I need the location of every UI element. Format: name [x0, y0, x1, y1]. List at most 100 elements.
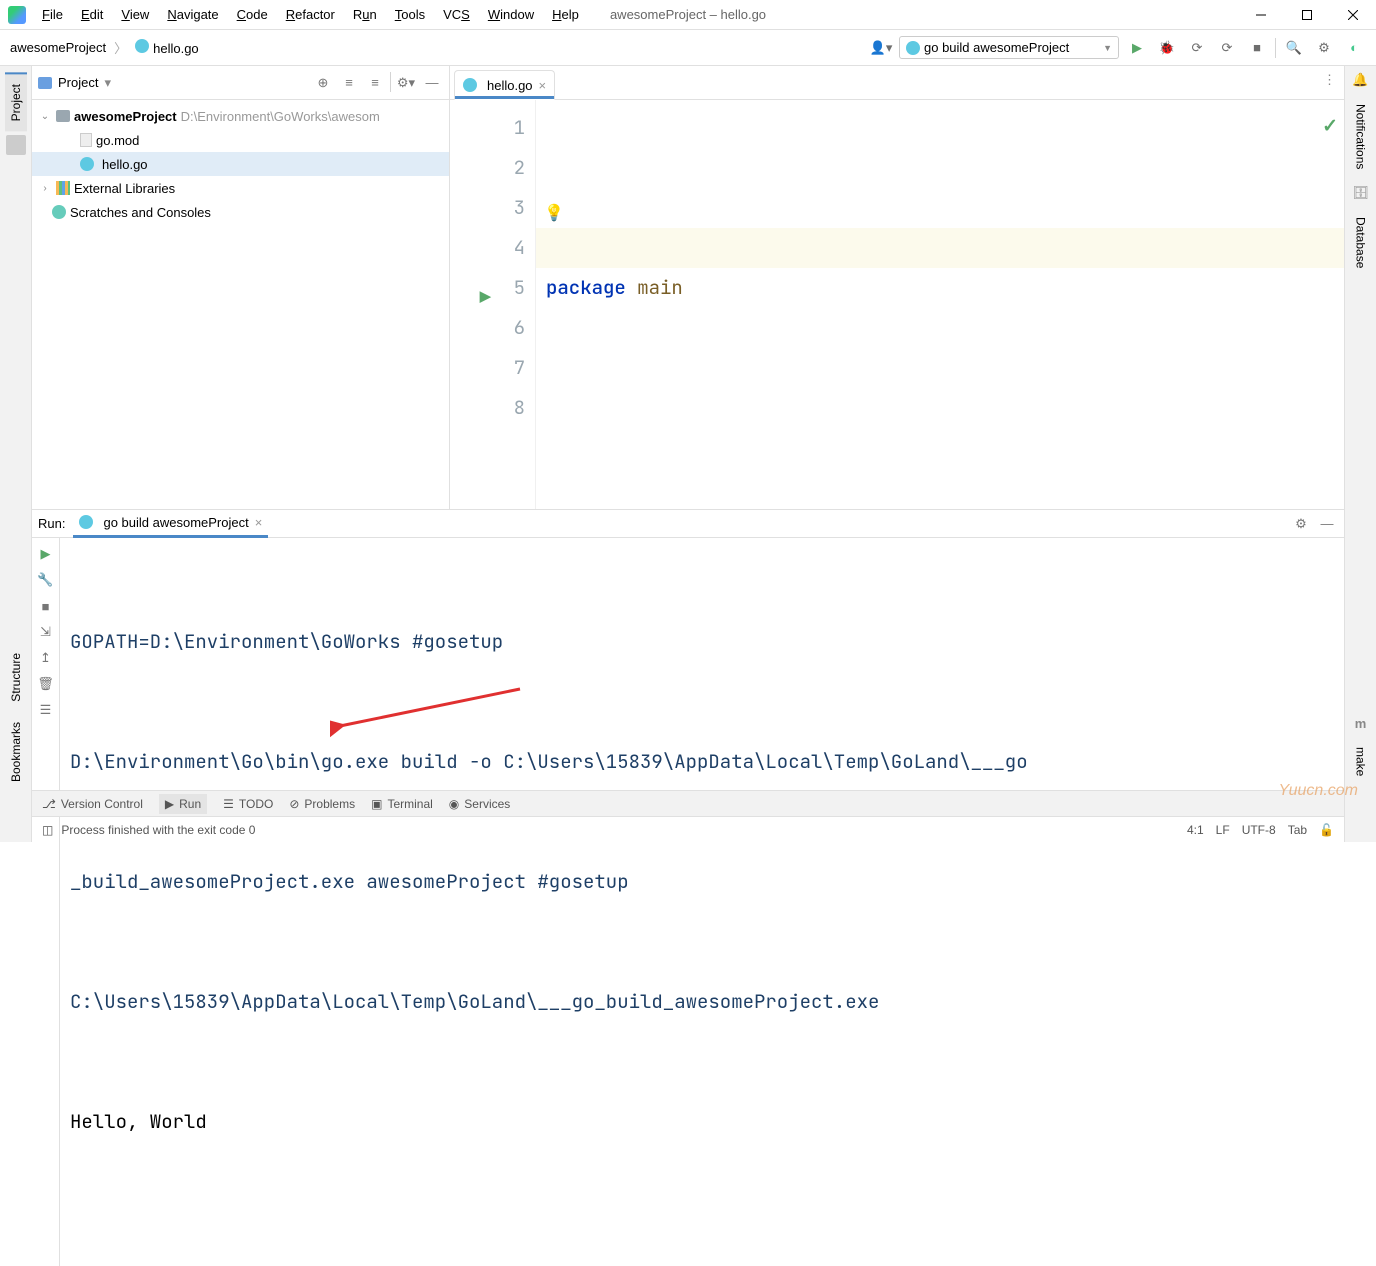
editor-tab-hello[interactable]: hello.go × — [454, 70, 555, 100]
notification-bell-icon[interactable]: 🔔 — [1352, 72, 1368, 88]
settings-icon[interactable]: ⚙ — [1312, 36, 1336, 60]
project-pane-title[interactable]: Project — [58, 75, 98, 90]
debug-button[interactable]: 🐞 — [1155, 36, 1179, 60]
tool-tab-make[interactable]: make — [1350, 737, 1372, 786]
tool-tab-database[interactable]: Database — [1350, 207, 1372, 278]
run-config-dropdown[interactable]: go build awesomeProject — [899, 36, 1119, 59]
run-button[interactable]: ▶ — [1125, 36, 1149, 60]
menu-window[interactable]: Window — [480, 3, 542, 26]
line-number: 2 — [450, 148, 525, 188]
menu-view[interactable]: View — [113, 3, 157, 26]
user-icon[interactable]: 👤▾ — [869, 36, 893, 60]
line-number: 6 — [450, 308, 525, 348]
swirl-icon[interactable]: ◐ — [1342, 36, 1366, 60]
menu-help[interactable]: Help — [544, 3, 587, 26]
editor-tabs: hello.go × ⋮ — [450, 66, 1344, 100]
run-tool-window: Run: go build awesomeProject × ⚙ — ▶ 🔧 ■… — [32, 510, 1344, 790]
exit-icon[interactable]: ⇲ — [36, 622, 56, 642]
menu-refactor[interactable]: Refactor — [278, 3, 343, 26]
editor-gutter: 1 2 3 4 ▶5 6 7 8 — [450, 100, 536, 509]
run-output[interactable]: GOPATH=D:\Environment\GoWorks #gosetup D… — [60, 538, 1344, 1266]
close-icon[interactable]: × — [539, 78, 547, 93]
tree-file-hello[interactable]: hello.go — [32, 152, 449, 176]
library-icon — [56, 181, 70, 195]
trash-icon[interactable]: 🗑 — [36, 674, 56, 694]
tree-root[interactable]: ⌄ awesomeProject D:\Environment\GoWorks\… — [32, 104, 449, 128]
tool-tab-structure[interactable]: Structure — [5, 643, 27, 712]
menu-code[interactable]: Code — [229, 3, 276, 26]
run-panel-title: Run: — [38, 516, 65, 531]
right-tool-rail: 🔔 Notifications 🗄 Database m make — [1344, 66, 1376, 842]
title-bar: File Edit View Navigate Code Refactor Ru… — [0, 0, 1376, 30]
run-panel-header: Run: go build awesomeProject × ⚙ — — [32, 510, 1344, 538]
intention-bulb-icon[interactable]: 💡 — [544, 193, 564, 233]
breadcrumb: awesomeProject 〉 hello.go — [10, 38, 199, 57]
expand-icon[interactable]: ≡ — [338, 72, 360, 94]
minimize-pane-icon[interactable]: — — [1316, 513, 1338, 535]
more-icon[interactable]: ⋮ — [1323, 72, 1336, 88]
profile-button[interactable]: ⟳ — [1215, 36, 1239, 60]
wrench-icon[interactable]: 🔧 — [36, 570, 56, 590]
code-area[interactable]: 💡 package main import "fmt" func main() … — [536, 100, 1344, 509]
breadcrumb-file[interactable]: hello.go — [135, 39, 199, 56]
main-toolbar: awesomeProject 〉 hello.go 👤▾ go build aw… — [0, 30, 1376, 66]
gear-icon[interactable]: ⚙ — [1290, 513, 1312, 535]
project-tree: ⌄ awesomeProject D:\Environment\GoWorks\… — [32, 100, 449, 509]
rerun-icon[interactable]: ▶ — [36, 544, 56, 564]
project-pane-header: Project ▾ ⊕ ≡ ≡ ⚙▾ — — [32, 66, 449, 100]
coverage-button[interactable]: ⟳ — [1185, 36, 1209, 60]
root-folder-name: awesomeProject — [74, 109, 177, 124]
gopher-icon — [906, 41, 920, 55]
locate-icon[interactable]: ⊕ — [312, 72, 334, 94]
arrow-annotation — [330, 686, 530, 746]
tree-external-libs[interactable]: › External Libraries — [32, 176, 449, 200]
tree-file-gomod[interactable]: go.mod — [32, 128, 449, 152]
search-icon[interactable]: 🔍 — [1282, 36, 1306, 60]
branch-icon: ⎇ — [42, 797, 56, 811]
up-icon[interactable]: ↥ — [36, 648, 56, 668]
output-line: GOPATH=D:\Environment\GoWorks #gosetup — [70, 622, 1334, 662]
database-icon[interactable]: 🗄 — [1352, 185, 1369, 201]
minimize-pane-icon[interactable]: — — [421, 72, 443, 94]
close-icon[interactable]: × — [255, 515, 263, 530]
menu-file[interactable]: File — [34, 3, 71, 26]
breadcrumb-project[interactable]: awesomeProject — [10, 40, 106, 55]
file-icon — [80, 133, 92, 147]
gear-icon[interactable]: ⚙▾ — [395, 72, 417, 94]
external-libs-label: External Libraries — [74, 181, 175, 196]
line-number: ▶5 — [450, 268, 525, 308]
file-label: hello.go — [102, 157, 148, 172]
chevron-down-icon: ⌄ — [38, 111, 52, 122]
root-folder-path: D:\Environment\GoWorks\awesom — [181, 109, 380, 124]
tool-tab-bookmarks[interactable]: Bookmarks — [5, 712, 27, 792]
line-number: 1 — [450, 108, 525, 148]
tool-tab-project[interactable]: Project — [5, 72, 27, 131]
editor[interactable]: ✓ 1 2 3 4 ▶5 6 7 8 💡 package main — [450, 100, 1344, 509]
scratch-icon — [52, 205, 66, 219]
line-number: 8 — [450, 388, 525, 428]
filter-icon[interactable]: ☰ — [36, 700, 56, 720]
minimize-button[interactable] — [1238, 0, 1284, 30]
folder-icon — [56, 110, 70, 122]
line-number: 3 — [450, 188, 525, 228]
menu-tools[interactable]: Tools — [387, 3, 433, 26]
window-icon[interactable]: ◫ — [42, 823, 53, 837]
close-button[interactable] — [1330, 0, 1376, 30]
stop-button[interactable]: ■ — [1245, 36, 1269, 60]
collapse-icon[interactable]: ≡ — [364, 72, 386, 94]
menu-run[interactable]: Run — [345, 3, 385, 26]
separator — [390, 72, 391, 92]
menu-edit[interactable]: Edit — [73, 3, 111, 26]
menu-navigate[interactable]: Navigate — [159, 3, 226, 26]
maximize-button[interactable] — [1284, 0, 1330, 30]
separator — [1275, 38, 1276, 58]
stop-icon[interactable]: ■ — [36, 596, 56, 616]
left-tool-rail: Project Structure Bookmarks — [0, 66, 32, 842]
chevron-down-icon[interactable]: ▾ — [104, 75, 111, 91]
run-tab[interactable]: go build awesomeProject × — [73, 510, 268, 538]
output-result: Hello, World — [70, 1102, 1334, 1142]
menu-vcs[interactable]: VCS — [435, 3, 478, 26]
tool-tab-notifications[interactable]: Notifications — [1350, 94, 1372, 179]
tree-scratches[interactable]: Scratches and Consoles — [32, 200, 449, 224]
run-tab-label: go build awesomeProject — [103, 515, 248, 530]
